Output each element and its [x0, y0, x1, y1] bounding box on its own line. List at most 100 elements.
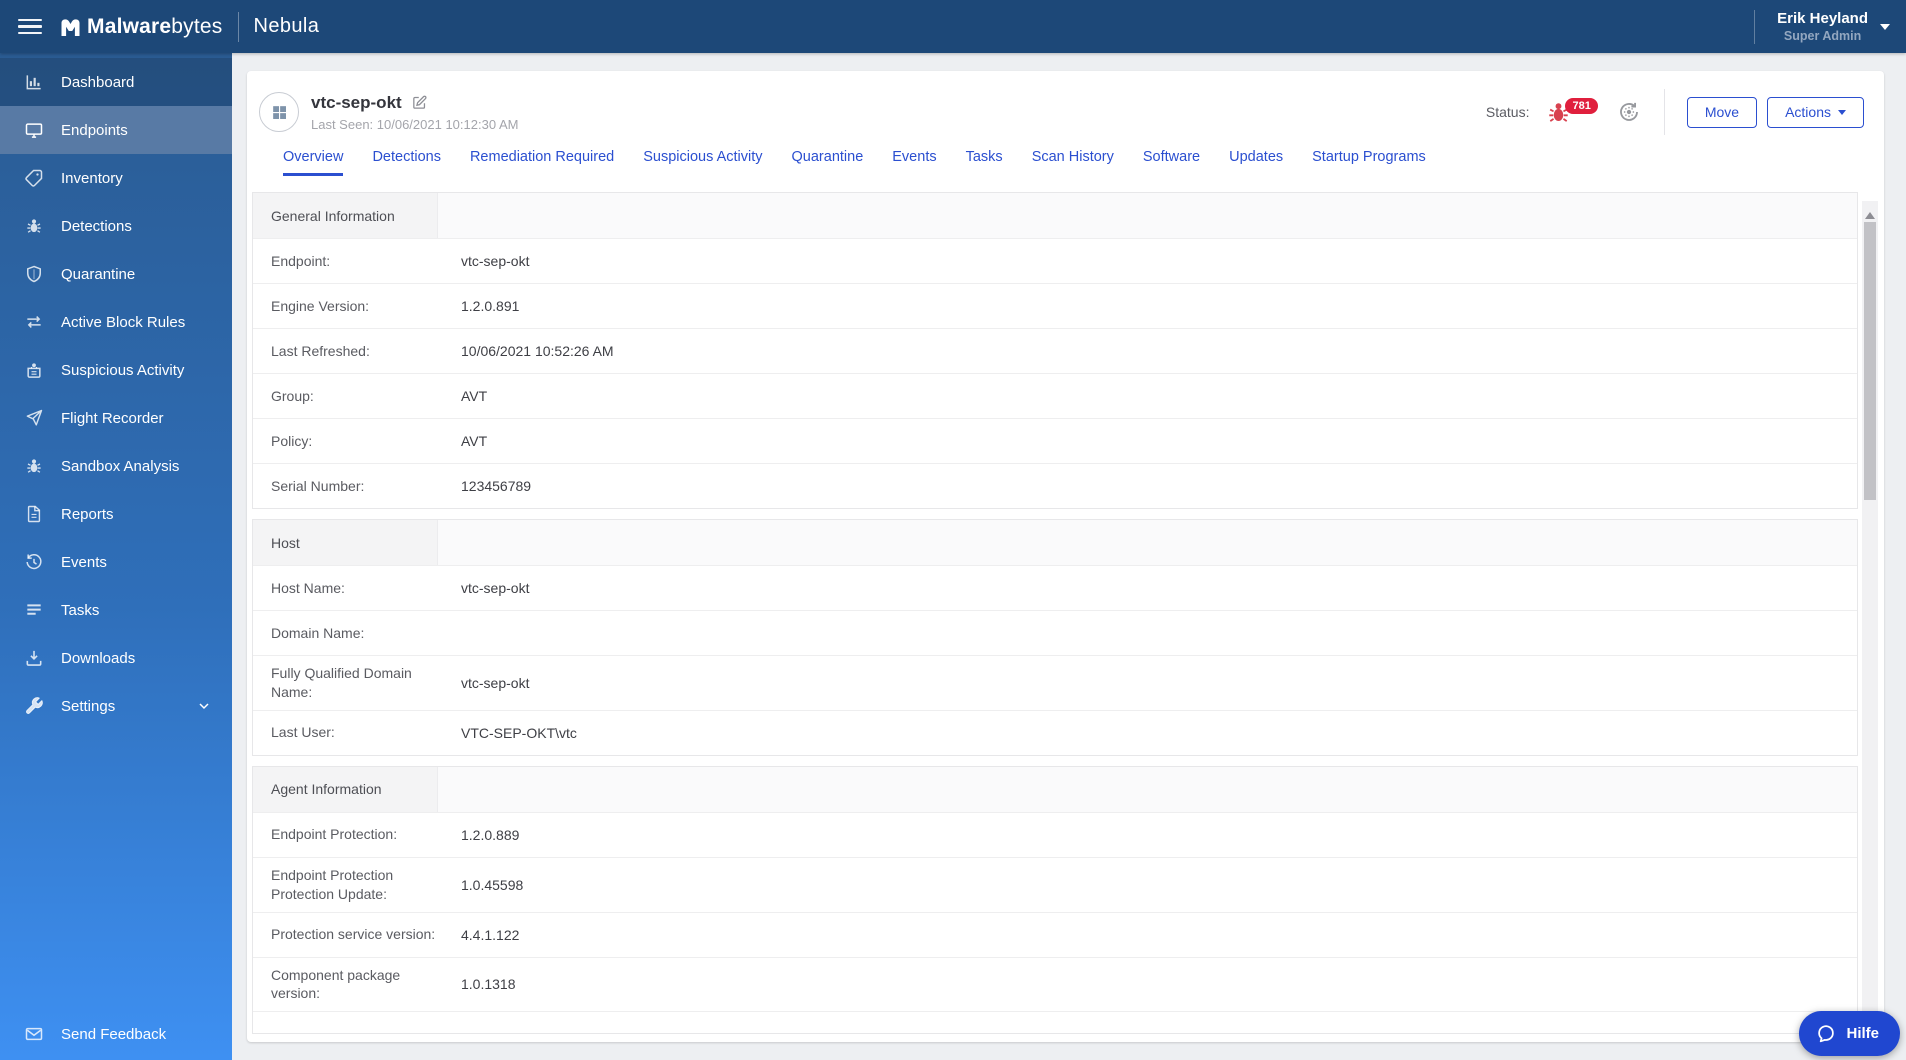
send-feedback-label: Send Feedback	[61, 1025, 167, 1043]
send-feedback-button[interactable]: Send Feedback	[0, 1008, 232, 1060]
endpoint-header: vtc-sep-okt Last Seen: 10/06/2021 10:12:…	[247, 71, 1884, 135]
tab-software[interactable]: Software	[1143, 149, 1200, 176]
info-row: Last Refreshed: 10/06/2021 10:52:26 AM	[253, 328, 1857, 373]
header-separator	[1663, 89, 1665, 135]
tab-startup-programs[interactable]: Startup Programs	[1312, 149, 1426, 176]
product-name: Nebula	[253, 15, 320, 37]
info-row: Engine Version: 1.2.0.891	[253, 283, 1857, 328]
row-value: vtc-sep-okt	[461, 253, 530, 269]
last-seen-text: Last Seen: 10/06/2021 10:12:30 AM	[311, 116, 519, 132]
chevron-down-icon[interactable]	[196, 698, 212, 714]
envelope-icon	[25, 1027, 43, 1041]
info-row: Component package version: 1.0.1318	[253, 956, 1857, 1012]
section-host: Host Host Name: vtc-sep-okt Domain Name: …	[252, 519, 1858, 756]
row-value: 10/06/2021 10:52:26 AM	[461, 343, 614, 359]
move-button[interactable]: Move	[1686, 96, 1758, 128]
sync-gear-icon[interactable]	[1616, 99, 1642, 125]
row-value: vtc-sep-okt	[461, 674, 530, 691]
sidebar-item-label: Reports	[61, 505, 114, 523]
tab-scan-history[interactable]: Scan History	[1032, 149, 1114, 176]
info-row: Serial Number: 123456789	[253, 463, 1857, 508]
sidebar-item-label: Downloads	[61, 649, 136, 667]
sidebar-item-label: Dashboard	[61, 73, 135, 91]
sidebar-item-quarantine[interactable]: Quarantine	[0, 250, 232, 298]
info-row: Endpoint Protection: 1.2.0.889	[253, 811, 1857, 857]
edit-icon[interactable]	[411, 94, 428, 111]
wrench-icon	[26, 697, 43, 714]
scrollbar-up-arrow-icon[interactable]	[1865, 207, 1875, 219]
sidebar-item-label: Suspicious Activity	[61, 361, 185, 379]
sidebar-item-suspicious-activity[interactable]: Suspicious Activity	[0, 346, 232, 394]
malwarebytes-logo: Malwarebytes	[58, 15, 222, 39]
user-caret-down-icon[interactable]	[1880, 23, 1890, 35]
sidebar-item-label: Tasks	[61, 601, 100, 619]
row-value: 1.0.1318	[461, 976, 516, 993]
sidebar-item-events[interactable]: Events	[0, 538, 232, 586]
download-icon	[26, 650, 42, 666]
row-label: Endpoint Protection:	[271, 826, 398, 843]
sidebar-item-detections[interactable]: Detections	[0, 202, 232, 250]
info-row: Policy: AVT	[253, 418, 1857, 463]
row-value: AVT	[461, 388, 488, 404]
section-title: General Information	[253, 193, 438, 238]
row-value: VTC-SEP-OKT\vtc	[461, 724, 577, 741]
sidebar-item-label: Endpoints	[61, 121, 128, 139]
sidebar-item-settings[interactable]: Settings	[0, 682, 232, 730]
help-button[interactable]: Hilfe	[1799, 1011, 1900, 1056]
row-label: Serial Number:	[271, 477, 365, 494]
bar-chart-icon	[26, 75, 41, 90]
main-content: vtc-sep-okt Last Seen: 10/06/2021 10:12:…	[232, 53, 1906, 1060]
row-label: Group:	[271, 387, 314, 404]
info-row: Last User: VTC-SEP-OKT\vtc	[253, 709, 1857, 755]
detections-status[interactable]: 781	[1545, 98, 1598, 126]
user-name: Erik Heyland	[1777, 10, 1868, 27]
sidebar-item-dashboard[interactable]: Dashboard	[0, 58, 232, 106]
info-row: Host Name: vtc-sep-okt	[253, 565, 1857, 610]
tab-events[interactable]: Events	[892, 149, 936, 176]
sidebar-item-label: Active Block Rules	[61, 313, 186, 331]
tab-remediation-required[interactable]: Remediation Required	[470, 149, 614, 176]
scrollbar-thumb[interactable]	[1864, 222, 1876, 500]
endpoint-detail-card: vtc-sep-okt Last Seen: 10/06/2021 10:12:…	[247, 71, 1884, 1042]
sidebar-item-active-block-rules[interactable]: Active Block Rules	[0, 298, 232, 346]
actions-caret-icon	[1838, 110, 1846, 119]
bug-box-icon	[27, 363, 41, 378]
sidebar: Dashboard Endpoints Inventory Detections…	[0, 53, 232, 1060]
sidebar-item-inventory[interactable]: Inventory	[0, 154, 232, 202]
sidebar-item-tasks[interactable]: Tasks	[0, 586, 232, 634]
section-title: Host	[253, 520, 438, 565]
sidebar-item-sandbox-analysis[interactable]: Sandbox Analysis	[0, 442, 232, 490]
monitor-icon	[25, 123, 43, 138]
tab-updates[interactable]: Updates	[1229, 149, 1283, 176]
info-row: Endpoint Protection Protection Update: 1.…	[253, 856, 1857, 912]
chat-bubble-icon	[1818, 1024, 1835, 1042]
sidebar-item-flight-recorder[interactable]: Flight Recorder	[0, 394, 232, 442]
sidebar-item-downloads[interactable]: Downloads	[0, 634, 232, 682]
sidebar-item-label: Sandbox Analysis	[61, 457, 180, 475]
info-row: Fully Qualified Domain Name: vtc-sep-okt	[253, 655, 1857, 710]
sidebar-item-endpoints[interactable]: Endpoints	[0, 106, 232, 154]
sidebar-item-label: Inventory	[61, 169, 123, 187]
tab-detections[interactable]: Detections	[372, 149, 441, 176]
hamburger-menu-icon[interactable]	[18, 15, 42, 39]
sidebar-item-reports[interactable]: Reports	[0, 490, 232, 538]
table-scrollbar[interactable]	[1862, 201, 1878, 1034]
paper-plane-icon	[26, 409, 43, 426]
actions-button[interactable]: Actions	[1767, 96, 1864, 128]
tab-overview[interactable]: Overview	[283, 149, 344, 176]
help-button-label: Hilfe	[1846, 1025, 1879, 1042]
sidebar-item-label: Settings	[61, 697, 116, 715]
row-label: Engine Version:	[271, 297, 370, 314]
row-value: 1.2.0.891	[461, 298, 520, 314]
user-menu[interactable]: Erik Heyland Super Admin	[1777, 10, 1868, 43]
info-row: Protection service version: 4.4.1.122	[253, 911, 1857, 957]
sidebar-item-label: Events	[61, 553, 107, 571]
row-label: Policy:	[271, 432, 313, 449]
windows-icon	[272, 105, 286, 119]
row-value: vtc-sep-okt	[461, 580, 530, 596]
tab-quarantine[interactable]: Quarantine	[792, 149, 864, 176]
row-label: Last User:	[271, 724, 335, 741]
tab-suspicious-activity[interactable]: Suspicious Activity	[643, 149, 762, 176]
tab-tasks[interactable]: Tasks	[966, 149, 1003, 176]
row-label: Domain Name:	[271, 624, 365, 641]
